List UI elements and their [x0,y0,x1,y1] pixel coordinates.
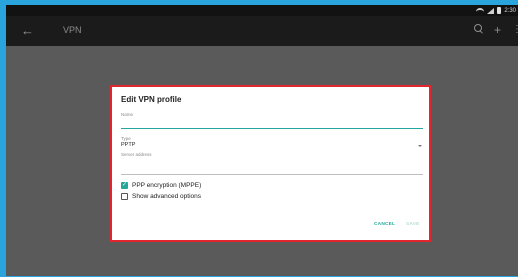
search-icon[interactable] [474,24,483,33]
status-icons: 2:30 [476,5,516,16]
more-vert-icon[interactable]: ⋮ [512,22,518,38]
wifi-icon [476,7,485,14]
battery-icon [497,7,502,14]
edit-vpn-dialog: Edit VPN profile Name Type PPTP Server a… [110,85,431,242]
save-button[interactable]: SAVE [406,222,420,227]
page-title: VPN [63,25,82,35]
app-bar: ← VPN + ⋮ [6,16,518,46]
dialog-title: Edit VPN profile [121,95,182,104]
advanced-options-option[interactable]: Show advanced options [121,192,201,200]
advanced-options-checkbox[interactable] [121,192,128,200]
status-time: 2:30 [504,7,516,14]
back-arrow-icon[interactable]: ← [21,22,34,40]
ppp-encryption-checkbox[interactable]: ✓ [121,181,128,189]
server-address-label: Server address [121,152,152,157]
signal-icon [487,7,495,14]
status-bar: 2:30 [6,5,518,16]
chevron-down-icon [418,145,422,147]
name-input[interactable] [121,117,423,129]
type-select[interactable]: PPTP [121,142,423,151]
server-address-input[interactable] [121,158,423,175]
type-label: Type [121,136,131,141]
advanced-options-label: Show advanced options [132,192,202,200]
ppp-encryption-option[interactable]: ✓ PPP encryption (MPPE) [121,181,201,189]
type-selected-value: PPTP [121,142,136,148]
ppp-encryption-label: PPP encryption (MPPE) [132,181,202,189]
add-icon[interactable]: + [494,22,501,38]
cancel-button[interactable]: CANCEL [374,222,395,227]
